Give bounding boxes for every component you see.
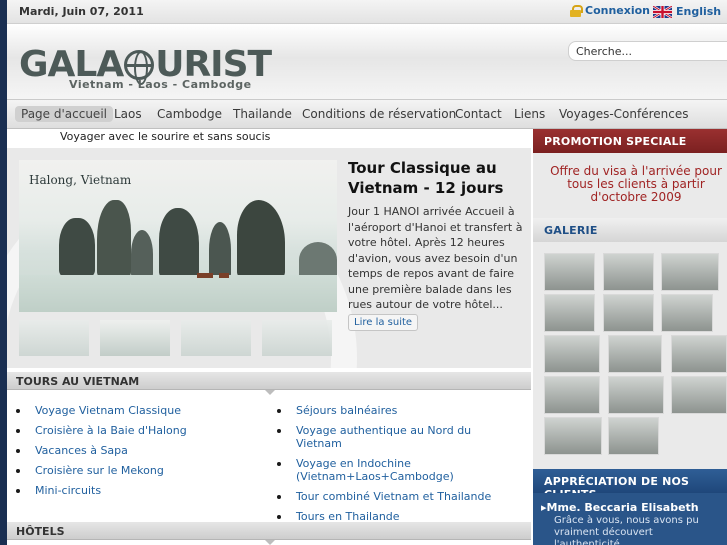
nav-item-home[interactable]: Page d'accueil [15,106,113,122]
gallery-photo[interactable] [608,376,664,414]
left-edge-strip [0,0,7,545]
gallery-photo[interactable] [671,335,727,373]
top-bar: Mardi, Juin 07, 2011 Connexion English [7,0,727,24]
featured-title[interactable]: Tour Classique au Vietnam - 12 jours [348,158,523,198]
language-label: English [676,5,722,18]
gallery-photo[interactable] [544,253,595,291]
list-item[interactable]: Voyage authentique au Nord du Vietnam [275,424,515,450]
list-item[interactable]: Vacances à Sapa [14,444,254,457]
tours-list-right: Séjours balnéaires Voyage authentique au… [275,404,515,530]
caret-down-icon [265,540,275,545]
testimonial-quote: Grâce à vous, nous avons pu vraiment déc… [554,515,699,545]
promo-text[interactable]: Offre du visa à l'arrivée pour tous les … [545,165,727,204]
tours-list-left: Voyage Vietnam Classique Croisière à la … [14,404,254,504]
page: Mardi, Juin 07, 2011 Connexion English G… [0,0,727,545]
gallery-photo[interactable] [661,294,713,332]
gallery-photo[interactable] [544,417,602,455]
list-item[interactable]: Croisière à la Baie d'Halong [14,424,254,437]
nav-item-laos[interactable]: Laos [108,106,148,122]
language-switch[interactable]: English [653,5,721,18]
featured-tour: Halong, Vietnam Tour Classique au Vietna… [7,148,531,368]
list-item[interactable]: Croisière sur le Mekong [14,464,254,477]
nav-item-conditions[interactable]: Conditions de réservation [296,106,462,122]
nav-item-contact[interactable]: Contact [449,106,508,122]
slide-thumbnail[interactable] [181,320,251,356]
gallery-photo[interactable] [608,417,659,455]
nav-item-thailande[interactable]: Thailande [227,106,298,122]
gallery-photo[interactable] [608,335,662,373]
nav-item-cambodge[interactable]: Cambodge [151,106,228,122]
hotels-section-heading: HÔTELS [7,522,531,545]
gallery-photo[interactable] [544,376,600,414]
list-item[interactable]: Tour combiné Vietnam et Thailande [275,490,515,503]
login-link[interactable]: Connexion [570,4,650,17]
site-header: GALA URIST Vietnam - Laos - Cambodge Cher… [7,24,727,99]
login-label: Connexion [585,4,651,17]
featured-text: Jour 1 HANOI arrivée Accueil à l'aéropor… [348,205,523,311]
caret-down-icon [265,390,275,395]
photo-caption: Halong, Vietnam [29,173,132,187]
main-nav: Page d'accueil Laos Cambodge Thailande C… [7,99,727,129]
gallery-photo[interactable] [544,294,595,332]
globe-icon [124,49,155,85]
slideshow-thumbnails [19,320,332,356]
slide-thumbnail[interactable] [262,320,332,356]
list-item[interactable]: Séjours balnéaires [275,404,515,417]
logo-tagline: Vietnam - Laos - Cambodge [69,78,252,91]
featured-photo[interactable]: Halong, Vietnam [19,160,337,312]
read-more-button[interactable]: Lire la suite [348,314,419,331]
list-item[interactable]: Voyage Vietnam Classique [14,404,254,417]
sidebar: PROMOTION SPECIALE Offre du visa à l'arr… [533,129,727,545]
uk-flag-icon [653,5,672,18]
nav-item-liens[interactable]: Liens [508,106,551,122]
tours-section-heading: TOURS AU VIETNAM [7,372,531,395]
search-input[interactable]: Cherche... [568,41,727,61]
testimonial-author[interactable]: Mme. Beccaria Elisabeth [541,501,699,514]
list-item[interactable]: Voyage en Indochine (Vietnam+Laos+Cambod… [275,457,515,483]
current-date: Mardi, Juin 07, 2011 [19,5,144,18]
gallery-photo[interactable] [661,253,719,291]
list-item[interactable]: Mini-circuits [14,484,254,497]
gallery-heading: GALERIE [533,218,727,242]
promo-heading: PROMOTION SPECIALE [533,129,727,153]
lock-icon [570,4,583,17]
gallery-photo[interactable] [671,376,727,414]
testimonial: Mme. Beccaria Elisabeth Grâce à vous, no… [533,493,727,545]
nav-item-voyages-conferences[interactable]: Voyages-Conférences [553,106,694,122]
slogan: Voyager avec le sourire et sans soucis [60,130,271,143]
gallery-photo[interactable] [544,335,600,373]
slide-thumbnail[interactable] [19,320,89,356]
appreciation-heading: APPRÉCIATION DE NOS CLIENTS [533,469,727,501]
gallery-photo[interactable] [603,253,654,291]
slide-thumbnail[interactable] [100,320,170,356]
gallery-photo[interactable] [603,294,654,332]
